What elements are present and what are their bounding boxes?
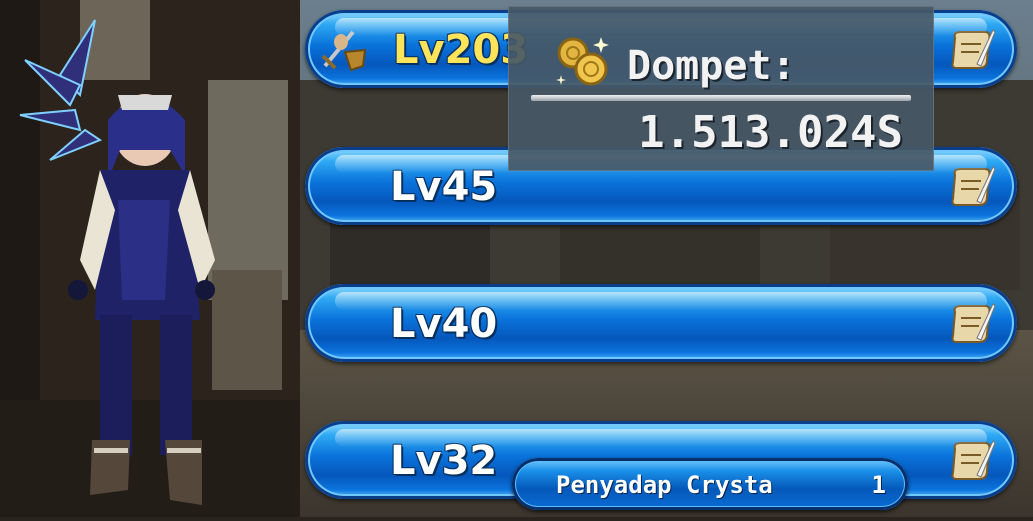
- item-name: Penyadap Crysta: [556, 471, 773, 499]
- sword-shield-icon: [321, 30, 367, 72]
- character-avatar[interactable]: [0, 0, 300, 517]
- scroll-quill-icon[interactable]: [947, 24, 997, 74]
- item-quantity: 1: [871, 471, 886, 499]
- wallet-panel: Dompet: 1.513.024S: [508, 6, 934, 171]
- character-slot-3[interactable]: Lv40: [305, 284, 1017, 362]
- character-level: Lv45: [390, 164, 498, 210]
- wallet-divider: [531, 95, 911, 101]
- item-notification: Penyadap Crysta 1: [512, 458, 908, 510]
- scroll-quill-icon[interactable]: [947, 435, 997, 485]
- scroll-quill-icon[interactable]: [947, 298, 997, 348]
- wallet-amount: 1.513.024S: [638, 107, 903, 158]
- character-level: Lv32: [390, 438, 498, 484]
- gold-coins-icon: [556, 37, 609, 86]
- scroll-quill-icon[interactable]: [947, 161, 997, 211]
- character-level: Lv40: [390, 301, 498, 347]
- wallet-label: Dompet:: [627, 43, 796, 89]
